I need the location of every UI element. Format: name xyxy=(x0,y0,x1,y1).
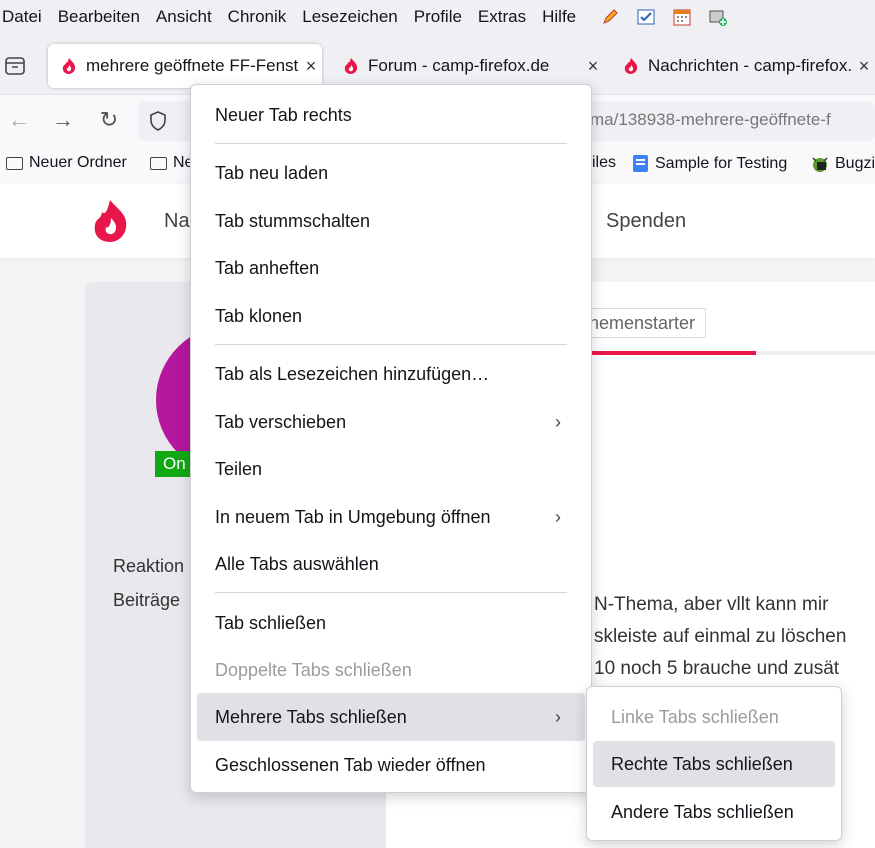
menu-item-andere-tabs-schliessen[interactable]: Andere Tabs schließen xyxy=(593,789,835,835)
close-multiple-tabs-submenu: Linke Tabs schließen Rechte Tabs schließ… xyxy=(586,686,842,841)
menu-item-teilen[interactable]: Teilen xyxy=(197,447,585,491)
validator-icon[interactable] xyxy=(636,7,656,27)
forward-icon[interactable]: → xyxy=(50,107,76,133)
menu-item-neuer-tab-rechts[interactable]: Neuer Tab rechts xyxy=(197,93,585,137)
close-icon[interactable]: × xyxy=(853,56,875,77)
bookmark-label: Neuer Ordner xyxy=(29,154,127,171)
chevron-right-icon: › xyxy=(555,507,561,527)
tab-title: mehrere geöffnete FF-Fenst xyxy=(86,56,299,75)
menu-item-tab-als-lesezeichen[interactable]: Tab als Lesezeichen hinzufügen… xyxy=(197,352,585,396)
menu-item-label: Tab verschieben xyxy=(215,412,347,432)
tab-active[interactable]: mehrere geöffnete FF-Fenst × xyxy=(48,44,322,88)
shield-icon[interactable] xyxy=(148,110,168,132)
reload-icon[interactable]: ↻ xyxy=(96,107,122,133)
bookmark-folder-ne[interactable]: Ne xyxy=(150,154,193,172)
tab-overview-icon[interactable] xyxy=(4,56,26,76)
folder-icon xyxy=(150,156,167,170)
menu-item-rechte-tabs-schliessen[interactable]: Rechte Tabs schließen xyxy=(593,741,835,787)
profile-reaktionen: Reaktion xyxy=(113,556,185,576)
menu-profile[interactable]: Profile xyxy=(406,7,470,27)
menu-chronik[interactable]: Chronik xyxy=(220,7,295,27)
menu-item-doppelte-tabs-schliessen: Doppelte Tabs schließen xyxy=(215,660,412,680)
tab-context-menu: Neuer Tab rechts Tab neu laden Tab stumm… xyxy=(190,84,592,793)
bug-icon xyxy=(810,154,830,174)
menu-item-linke-tabs-schliessen: Linke Tabs schließen xyxy=(611,707,779,727)
menu-bearbeiten[interactable]: Bearbeiten xyxy=(50,7,148,27)
menubar: Datei Bearbeiten Ansicht Chronik Lesezei… xyxy=(0,0,875,34)
post-text-line: skleiste auf einmal zu löschen xyxy=(594,626,847,647)
menu-item-label: In neuem Tab in Umgebung öffnen xyxy=(215,507,491,527)
menu-ansicht[interactable]: Ansicht xyxy=(148,7,220,27)
bookmark-folder-neuer-ordner[interactable]: Neuer Ordner xyxy=(6,154,127,172)
bookmark-sample-for-testing[interactable]: Sample for Testing xyxy=(632,154,787,173)
menu-separator xyxy=(215,344,567,345)
divider xyxy=(756,351,875,355)
post-text-line: 10 noch 5 brauche und zusät xyxy=(594,658,840,679)
pencil-icon[interactable] xyxy=(600,7,620,27)
close-icon[interactable]: × xyxy=(582,56,604,77)
divider-accent xyxy=(590,351,756,355)
online-badge: On xyxy=(155,451,194,477)
site-nav-spenden[interactable]: Spenden xyxy=(606,210,686,233)
profile-beitraege: Beiträge xyxy=(113,590,181,610)
url-text[interactable]: ma/138938-mehrere-geöffnete-f xyxy=(590,110,831,130)
post-text-line: N-Thema, aber vllt kann mir xyxy=(594,594,829,615)
firefox-flame-icon xyxy=(342,57,360,75)
menu-item-tab-schliessen[interactable]: Tab schließen xyxy=(197,601,585,645)
menu-extras[interactable]: Extras xyxy=(470,7,534,27)
tab-nachrichten[interactable]: Nachrichten - camp-firefox. × xyxy=(610,44,875,88)
menu-hilfe[interactable]: Hilfe xyxy=(534,7,584,27)
tab-title: Forum - camp-firefox.de xyxy=(368,56,550,75)
menu-separator xyxy=(215,592,567,593)
document-icon xyxy=(632,154,649,173)
site-nav-item[interactable]: Na xyxy=(164,210,190,233)
menu-separator xyxy=(215,143,567,144)
site-logo[interactable] xyxy=(90,198,132,244)
menu-item-in-neuem-tab-umgebung[interactable]: In neuem Tab in Umgebung öffnen › xyxy=(197,495,585,539)
back-icon[interactable]: ← xyxy=(6,107,32,133)
menu-item-tab-verschieben[interactable]: Tab verschieben › xyxy=(197,400,585,444)
menu-item-label: Mehrere Tabs schließen xyxy=(215,707,407,727)
bookmark-files[interactable]: iles xyxy=(592,154,616,172)
screenshot-add-icon[interactable] xyxy=(708,7,728,27)
chevron-right-icon: › xyxy=(555,412,561,432)
menu-lesezeichen[interactable]: Lesezeichen xyxy=(294,7,405,27)
bookmark-label: Sample for Testing xyxy=(655,154,788,172)
calendar-icon[interactable] xyxy=(672,7,692,27)
bookmark-label: iles xyxy=(592,154,617,171)
bookmark-label: Bugzi xyxy=(835,155,875,172)
menu-item-mehrere-tabs-schliessen[interactable]: Mehrere Tabs schließen › xyxy=(197,693,585,741)
firefox-flame-icon xyxy=(60,57,78,75)
themenstarter-badge: hemenstarter xyxy=(578,308,707,338)
menu-item-tab-anheften[interactable]: Tab anheften xyxy=(197,246,585,290)
tab-title: Nachrichten - camp-firefox. xyxy=(648,56,853,75)
menu-item-geschlossenen-tab-wieder-oeffnen[interactable]: Geschlossenen Tab wieder öffnen xyxy=(197,743,585,787)
menu-datei[interactable]: Datei xyxy=(0,7,50,27)
menu-item-tab-stummschalten[interactable]: Tab stummschalten xyxy=(197,199,585,243)
menu-item-alle-tabs-auswaehlen[interactable]: Alle Tabs auswählen xyxy=(197,542,585,586)
menu-item-tab-neu-laden[interactable]: Tab neu laden xyxy=(197,151,585,195)
firefox-flame-icon xyxy=(622,57,640,75)
folder-icon xyxy=(6,156,23,170)
chevron-right-icon: › xyxy=(555,707,561,727)
bookmark-bugzilla[interactable]: Bugzi xyxy=(810,154,875,174)
tab-forum[interactable]: Forum - camp-firefox.de × xyxy=(330,44,604,88)
close-icon[interactable]: × xyxy=(300,56,322,77)
menu-item-tab-klonen[interactable]: Tab klonen xyxy=(197,294,585,338)
